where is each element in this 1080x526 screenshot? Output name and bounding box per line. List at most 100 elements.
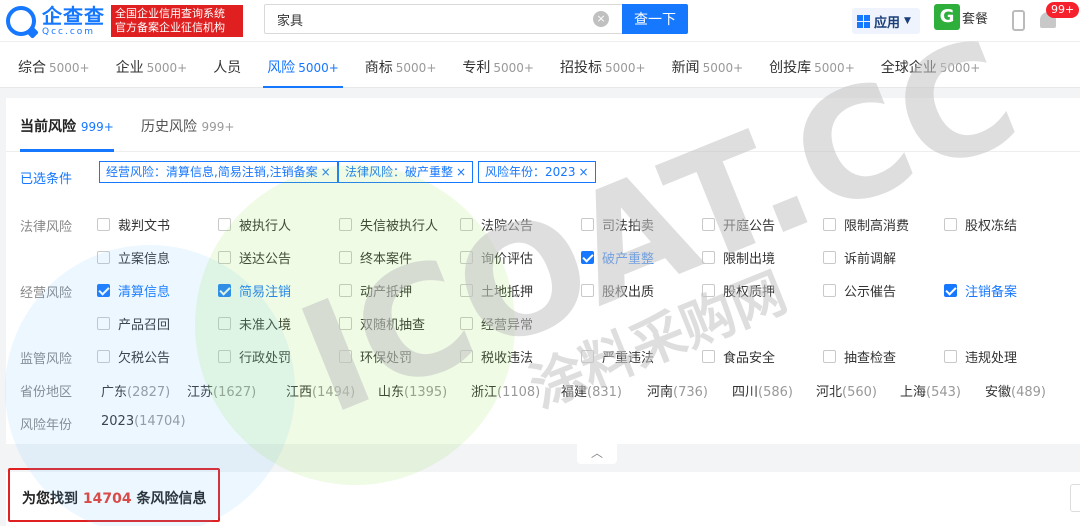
business-option[interactable]: 未准入境: [218, 314, 291, 333]
clear-icon[interactable]: ×: [593, 11, 609, 27]
checkbox-icon[interactable]: [702, 350, 715, 363]
business-option[interactable]: 简易注销: [218, 281, 291, 300]
tab-5[interactable]: 专利 5000+: [462, 42, 534, 88]
region-filter[interactable]: 广东(2827): [101, 381, 170, 400]
checkbox-checked-icon[interactable]: [581, 251, 594, 264]
checkbox-icon[interactable]: [97, 317, 110, 330]
region-filter[interactable]: 浙江(1108): [471, 381, 540, 400]
tab-7[interactable]: 新闻 5000+: [672, 42, 744, 88]
region-filter[interactable]: 四川(586): [732, 381, 793, 400]
legal-option[interactable]: 终本案件: [339, 248, 412, 267]
search-input[interactable]: [265, 11, 585, 27]
chip-close-icon[interactable]: ×: [456, 165, 466, 179]
legal-option[interactable]: 开庭公告: [702, 215, 775, 234]
tab-0[interactable]: 综合 5000+: [18, 42, 90, 88]
side-toggle[interactable]: [1070, 484, 1080, 512]
checkbox-icon[interactable]: [218, 317, 231, 330]
checkbox-icon[interactable]: [581, 218, 594, 231]
search-button[interactable]: 查一下: [622, 4, 688, 34]
business-option[interactable]: 股权出质: [581, 281, 654, 300]
checkbox-icon[interactable]: [460, 284, 473, 297]
region-filter[interactable]: 安徽(489): [985, 381, 1046, 400]
checkbox-icon[interactable]: [823, 350, 836, 363]
checkbox-icon[interactable]: [823, 218, 836, 231]
business-option[interactable]: 双随机抽查: [339, 314, 425, 333]
checkbox-icon[interactable]: [823, 251, 836, 264]
business-option[interactable]: 股权质押: [702, 281, 775, 300]
business-option[interactable]: 产品召回: [97, 314, 170, 333]
legal-option[interactable]: 限制出境: [702, 248, 775, 267]
tab-history-risk[interactable]: 历史风险 999+: [141, 116, 234, 136]
checkbox-checked-icon[interactable]: [944, 284, 957, 297]
checkbox-checked-icon[interactable]: [97, 284, 110, 297]
checkbox-icon[interactable]: [339, 317, 352, 330]
tab-1[interactable]: 企业 5000+: [116, 42, 188, 88]
region-filter[interactable]: 河北(560): [816, 381, 877, 400]
legal-option[interactable]: 限制高消费: [823, 215, 909, 234]
package-button[interactable]: G 套餐: [934, 4, 988, 30]
checkbox-icon[interactable]: [218, 350, 231, 363]
mobile-phone-icon[interactable]: [1012, 10, 1025, 31]
chip-close-icon[interactable]: ×: [321, 165, 331, 179]
checkbox-icon[interactable]: [97, 218, 110, 231]
checkbox-icon[interactable]: [581, 350, 594, 363]
checkbox-icon[interactable]: [460, 317, 473, 330]
checkbox-icon[interactable]: [339, 218, 352, 231]
checkbox-icon[interactable]: [581, 284, 594, 297]
tab-8[interactable]: 创投库 5000+: [769, 42, 855, 88]
supervision-option[interactable]: 欠税公告: [97, 347, 170, 366]
legal-option[interactable]: 股权冻结: [944, 215, 1017, 234]
legal-option[interactable]: 司法拍卖: [581, 215, 654, 234]
checkbox-icon[interactable]: [339, 350, 352, 363]
legal-option[interactable]: 破产重整: [581, 248, 654, 267]
checkbox-icon[interactable]: [823, 284, 836, 297]
legal-option[interactable]: 立案信息: [97, 248, 170, 267]
checkbox-icon[interactable]: [702, 251, 715, 264]
filter-chip-legal[interactable]: 法律风险：破产重整 ×: [338, 161, 474, 183]
supervision-option[interactable]: 食品安全: [702, 347, 775, 366]
business-option[interactable]: 动产抵押: [339, 281, 412, 300]
filter-chip-year[interactable]: 风险年份：2023 ×: [478, 161, 596, 183]
legal-option[interactable]: 诉前调解: [823, 248, 896, 267]
region-filter[interactable]: 河南(736): [647, 381, 708, 400]
checkbox-icon[interactable]: [460, 251, 473, 264]
business-option[interactable]: 土地抵押: [460, 281, 533, 300]
supervision-option[interactable]: 严重违法: [581, 347, 654, 366]
tab-6[interactable]: 招投标 5000+: [560, 42, 646, 88]
checkbox-icon[interactable]: [97, 350, 110, 363]
business-option[interactable]: 清算信息: [97, 281, 170, 300]
apps-button[interactable]: 应用 ▼: [852, 8, 920, 34]
collapse-filters-button[interactable]: ︿: [577, 444, 617, 464]
region-filter[interactable]: 江西(1494): [286, 381, 355, 400]
business-option[interactable]: 经营异常: [460, 314, 533, 333]
supervision-option[interactable]: 税收违法: [460, 347, 533, 366]
chip-close-icon[interactable]: ×: [579, 165, 589, 179]
checkbox-icon[interactable]: [944, 350, 957, 363]
region-filter[interactable]: 山东(1395): [378, 381, 447, 400]
region-filter[interactable]: 江苏(1627): [187, 381, 256, 400]
legal-option[interactable]: 失信被执行人: [339, 215, 438, 234]
legal-option[interactable]: 送达公告: [218, 248, 291, 267]
business-option[interactable]: 公示催告: [823, 281, 896, 300]
tab-2[interactable]: 人员: [213, 42, 241, 88]
checkbox-icon[interactable]: [218, 218, 231, 231]
checkbox-icon[interactable]: [339, 251, 352, 264]
tab-current-risk[interactable]: 当前风险 999+: [20, 116, 114, 136]
supervision-option[interactable]: 行政处罚: [218, 347, 291, 366]
legal-option[interactable]: 被执行人: [218, 215, 291, 234]
checkbox-icon[interactable]: [460, 350, 473, 363]
region-filter[interactable]: 福建(831): [561, 381, 622, 400]
supervision-option[interactable]: 环保处罚: [339, 347, 412, 366]
legal-option[interactable]: 裁判文书: [97, 215, 170, 234]
checkbox-icon[interactable]: [97, 251, 110, 264]
checkbox-icon[interactable]: [339, 284, 352, 297]
checkbox-icon[interactable]: [702, 218, 715, 231]
checkbox-icon[interactable]: [460, 218, 473, 231]
checkbox-icon[interactable]: [944, 218, 957, 231]
tab-4[interactable]: 商标 5000+: [365, 42, 437, 88]
year-filter[interactable]: 2023(14704): [101, 414, 186, 429]
business-option[interactable]: 注销备案: [944, 281, 1017, 300]
legal-option[interactable]: 法院公告: [460, 215, 533, 234]
checkbox-icon[interactable]: [702, 284, 715, 297]
supervision-option[interactable]: 抽查检查: [823, 347, 896, 366]
